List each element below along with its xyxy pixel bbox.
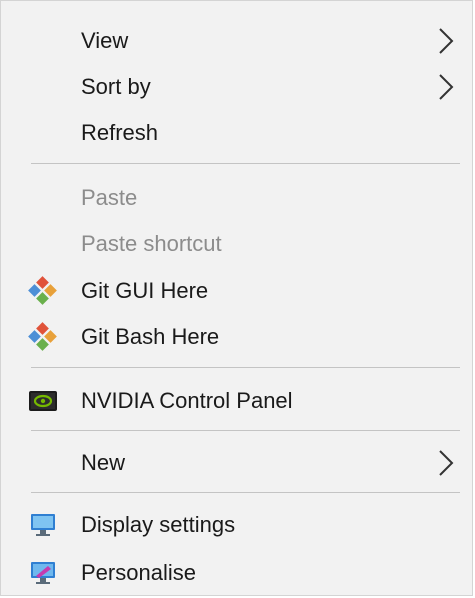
menu-item-label: Paste (81, 185, 138, 210)
chevron-right-icon (439, 450, 454, 476)
git-bash-icon (28, 322, 57, 351)
nvidia-icon (29, 391, 57, 411)
menu-item-label: NVIDIA Control Panel (81, 388, 293, 413)
menu-item-git-gui-here[interactable]: Git GUI Here (1, 268, 472, 314)
menu-separator (31, 430, 460, 431)
menu-item-new[interactable]: New (1, 440, 472, 486)
menu-separator (31, 492, 460, 493)
menu-separator (31, 367, 460, 368)
menu-item-label: Paste shortcut (81, 231, 222, 256)
menu-item-view[interactable]: View (1, 18, 472, 64)
menu-item-paste-shortcut: Paste shortcut (1, 221, 472, 267)
menu-separator (31, 163, 460, 164)
menu-item-display-settings[interactable]: Display settings (1, 502, 472, 548)
menu-item-label: Git GUI Here (81, 278, 209, 303)
menu-item-label: Sort by (81, 74, 151, 99)
git-gui-icon (28, 276, 57, 305)
chevron-right-icon (439, 28, 454, 54)
menu-item-label: Git Bash Here (81, 324, 220, 349)
chevron-right-icon (439, 74, 454, 100)
menu-item-label: Refresh (81, 120, 159, 145)
menu-item-refresh[interactable]: Refresh (1, 110, 472, 156)
display-settings-icon (31, 514, 55, 536)
menu-item-label: Display settings (81, 512, 236, 537)
desktop-context-menu: View Sort by Refresh Paste Paste shortcu… (0, 0, 473, 596)
menu-item-label: New (81, 450, 126, 475)
menu-item-paste: Paste (1, 175, 472, 221)
menu-item-nvidia-control-panel[interactable]: NVIDIA Control Panel (1, 378, 472, 424)
menu-item-sort-by[interactable]: Sort by (1, 64, 472, 110)
personalise-icon (31, 562, 55, 584)
menu-item-label: View (81, 28, 129, 53)
menu-item-label: Personalise (81, 560, 196, 585)
menu-item-personalise[interactable]: Personalise (1, 550, 472, 596)
menu-item-git-bash-here[interactable]: Git Bash Here (1, 314, 472, 360)
